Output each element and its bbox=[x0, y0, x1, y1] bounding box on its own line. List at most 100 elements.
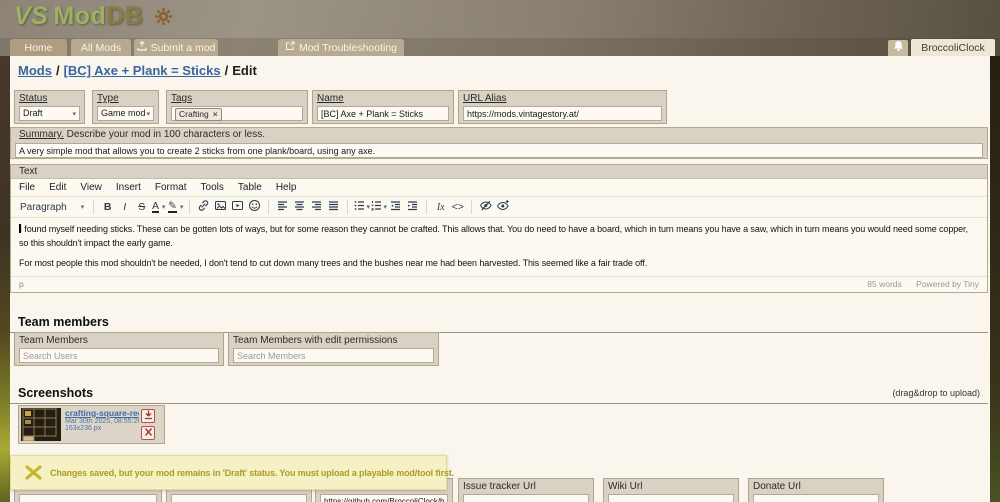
menu-edit[interactable]: Edit bbox=[49, 182, 66, 193]
powered-by-tiny[interactable]: Powered by Tiny bbox=[916, 279, 979, 289]
name-label: Name bbox=[317, 92, 449, 105]
insert-emoji-button[interactable] bbox=[246, 198, 263, 216]
preview-off-button[interactable] bbox=[477, 198, 494, 216]
insert-image-button[interactable] bbox=[212, 198, 229, 216]
crafting-grid-thumbnail[interactable] bbox=[21, 408, 61, 441]
logo-vs-text: VS bbox=[14, 2, 48, 30]
breadcrumb-mod-link[interactable]: [BC] Axe + Plank = Sticks bbox=[64, 63, 221, 78]
team-editors-search-input[interactable] bbox=[233, 348, 434, 363]
link-icon bbox=[197, 199, 210, 215]
editor-content[interactable]: I found myself needing sticks. These can… bbox=[11, 218, 987, 276]
menu-table[interactable]: Table bbox=[238, 182, 262, 193]
align-right-icon bbox=[310, 199, 323, 215]
url-alias-input[interactable] bbox=[463, 106, 662, 121]
nav-tab-home[interactable]: Home bbox=[10, 39, 67, 56]
status-label: Status bbox=[19, 92, 80, 105]
summary-label: Summary. Describe your mod in 100 charac… bbox=[11, 128, 987, 142]
logo-db-text: DB bbox=[106, 2, 143, 30]
screenshot-card: crafting-square-recipe.png Mar 30th 2025… bbox=[18, 405, 165, 444]
numbered-list-button[interactable]: ▾ bbox=[370, 198, 387, 216]
source-code-button[interactable]: <> bbox=[449, 198, 466, 216]
remove-tag-icon[interactable]: × bbox=[213, 109, 218, 119]
media-icon bbox=[231, 199, 244, 215]
url-alias-label: URL Alias bbox=[463, 92, 662, 105]
issue-tracker-field-group: Issue tracker Url bbox=[458, 478, 594, 502]
issue-tracker-input[interactable] bbox=[463, 494, 589, 502]
download-icon bbox=[144, 407, 153, 425]
site-logo[interactable]: VSModDB bbox=[14, 2, 173, 33]
indent-button[interactable] bbox=[404, 198, 421, 216]
menu-help[interactable]: Help bbox=[276, 182, 297, 193]
text-color-label: A bbox=[152, 201, 159, 213]
outdent-button[interactable] bbox=[387, 198, 404, 216]
user-menu[interactable]: BroccoliClock bbox=[911, 39, 995, 56]
toolbar-divider bbox=[471, 200, 472, 214]
team-editors-label: Team Members with edit permissions bbox=[233, 334, 434, 347]
nav-tab-all-mods[interactable]: All Mods bbox=[71, 39, 131, 56]
align-left-icon bbox=[276, 199, 289, 215]
summary-input[interactable] bbox=[15, 143, 983, 158]
insert-link-button[interactable] bbox=[195, 198, 212, 216]
wiki-url-field-group: Wiki Url bbox=[603, 478, 739, 502]
clear-formatting-button[interactable]: Ix bbox=[432, 198, 449, 216]
dragdrop-hint: (drag&drop to upload) bbox=[892, 388, 980, 398]
highlighter-pen-icon: ✎ bbox=[168, 201, 177, 213]
insert-media-button[interactable] bbox=[229, 198, 246, 216]
block-format-select[interactable]: Paragraph ▾ bbox=[16, 202, 88, 213]
type-select[interactable]: Game mod ▾ bbox=[97, 106, 154, 121]
summary-label-term: Summary. bbox=[19, 129, 64, 140]
align-center-button[interactable] bbox=[291, 198, 308, 216]
strikethrough-button[interactable]: S bbox=[133, 198, 150, 216]
align-justify-button[interactable] bbox=[325, 198, 342, 216]
highlight-color-button[interactable]: ✎ ▾ bbox=[167, 198, 184, 216]
breadcrumb-mods-link[interactable]: Mods bbox=[18, 63, 52, 78]
gear-icon bbox=[154, 4, 173, 32]
nav-tab-submit-mod[interactable]: Submit a mod bbox=[134, 39, 218, 56]
close-icon[interactable] bbox=[25, 465, 42, 480]
eye-sparkle-icon bbox=[496, 199, 510, 215]
menu-insert[interactable]: Insert bbox=[116, 182, 141, 193]
text-editor-panel: Text File Edit View Insert Format Tools … bbox=[10, 164, 988, 293]
align-right-button[interactable] bbox=[308, 198, 325, 216]
nav-tab-all-mods-label: All Mods bbox=[81, 42, 121, 54]
editor-menubar: File Edit View Insert Format Tools Table… bbox=[11, 179, 987, 196]
toolbar-divider bbox=[347, 200, 348, 214]
download-screenshot-button[interactable] bbox=[141, 409, 155, 423]
element-path[interactable]: p bbox=[19, 279, 24, 289]
bullet-list-button[interactable]: ▾ bbox=[353, 198, 370, 216]
screenshot-actions bbox=[141, 408, 155, 441]
tag-chip-label: Crafting bbox=[179, 109, 209, 119]
background-image-left-edge bbox=[0, 56, 10, 502]
editor-statusbar: p 85 words Powered by Tiny bbox=[11, 276, 987, 291]
draft-status-toast[interactable]: Changes saved, but your mod remains in '… bbox=[10, 455, 447, 490]
text-editor-label: Text bbox=[11, 165, 987, 179]
delete-screenshot-button[interactable] bbox=[141, 426, 155, 440]
status-field-group: Status Draft ▾ bbox=[14, 90, 85, 124]
external-link-icon bbox=[285, 41, 295, 54]
menu-file[interactable]: File bbox=[19, 182, 35, 193]
donate-url-input[interactable] bbox=[753, 494, 879, 502]
align-left-button[interactable] bbox=[274, 198, 291, 216]
screenshot-filename-link[interactable]: crafting-square-recipe.png bbox=[65, 408, 139, 418]
name-input[interactable] bbox=[317, 106, 449, 121]
notifications-button[interactable] bbox=[888, 40, 908, 56]
status-select[interactable]: Draft ▾ bbox=[19, 106, 80, 121]
preview-on-button[interactable] bbox=[494, 198, 511, 216]
background-image-right-edge bbox=[990, 56, 1000, 502]
nav-tab-mod-troubleshooting[interactable]: Mod Troubleshooting bbox=[278, 39, 404, 56]
tags-input[interactable]: Crafting × bbox=[171, 106, 303, 121]
caret-down-icon: ▾ bbox=[146, 111, 150, 118]
text-color-button[interactable]: A ▾ bbox=[150, 198, 167, 216]
italic-button[interactable]: I bbox=[116, 198, 133, 216]
menu-view[interactable]: View bbox=[80, 182, 102, 193]
obscured-field-input-1[interactable] bbox=[19, 494, 157, 502]
obscured-field-input-2[interactable] bbox=[171, 494, 307, 502]
source-url-input[interactable] bbox=[320, 494, 448, 502]
wiki-url-input[interactable] bbox=[608, 494, 734, 502]
menu-format[interactable]: Format bbox=[155, 182, 187, 193]
bold-button[interactable]: B bbox=[99, 198, 116, 216]
caret-down-icon: ▾ bbox=[180, 204, 184, 211]
menu-tools[interactable]: Tools bbox=[201, 182, 224, 193]
team-members-search-input[interactable] bbox=[19, 348, 219, 363]
issue-tracker-label: Issue tracker Url bbox=[463, 480, 589, 493]
